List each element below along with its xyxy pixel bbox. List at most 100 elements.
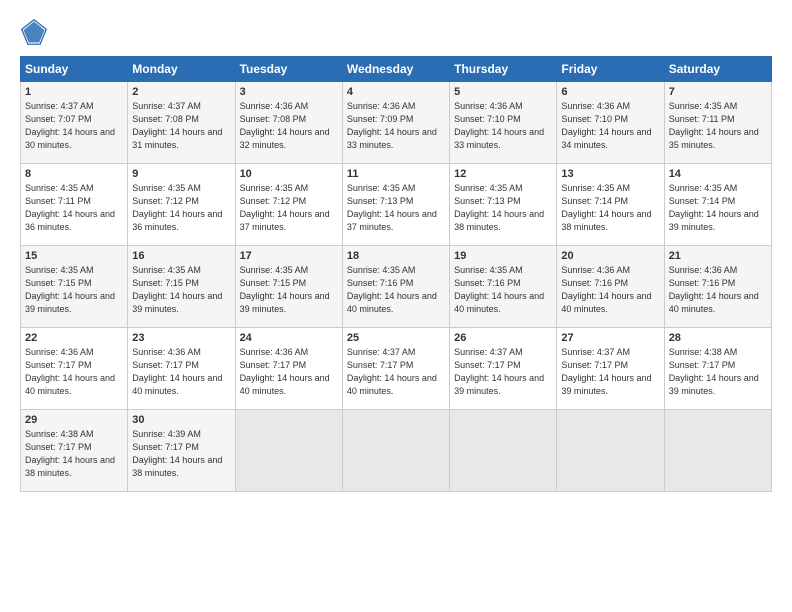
day-number: 30 xyxy=(132,414,230,426)
sunrise-label: Sunrise: 4:36 AM xyxy=(561,265,630,275)
sunset-label: Sunset: 7:13 PM xyxy=(347,196,414,206)
sunset-label: Sunset: 7:17 PM xyxy=(25,360,92,370)
day-info: Sunrise: 4:36 AM Sunset: 7:08 PM Dayligh… xyxy=(240,100,338,152)
day-info: Sunrise: 4:38 AM Sunset: 7:17 PM Dayligh… xyxy=(669,346,767,398)
sunset-label: Sunset: 7:12 PM xyxy=(240,196,307,206)
calendar-header-row: SundayMondayTuesdayWednesdayThursdayFrid… xyxy=(21,57,772,82)
day-info: Sunrise: 4:36 AM Sunset: 7:10 PM Dayligh… xyxy=(561,100,659,152)
header xyxy=(20,18,772,46)
sunset-label: Sunset: 7:10 PM xyxy=(454,114,521,124)
sunrise-label: Sunrise: 4:37 AM xyxy=(347,347,416,357)
day-info: Sunrise: 4:35 AM Sunset: 7:11 PM Dayligh… xyxy=(669,100,767,152)
daylight-label: Daylight: 14 hours and 40 minutes. xyxy=(669,291,759,314)
header-day-tuesday: Tuesday xyxy=(235,57,342,82)
daylight-label: Daylight: 14 hours and 38 minutes. xyxy=(561,209,651,232)
day-cell-27: 27 Sunrise: 4:37 AM Sunset: 7:17 PM Dayl… xyxy=(557,328,664,410)
day-cell-17: 17 Sunrise: 4:35 AM Sunset: 7:15 PM Dayl… xyxy=(235,246,342,328)
day-info: Sunrise: 4:37 AM Sunset: 7:08 PM Dayligh… xyxy=(132,100,230,152)
logo-icon xyxy=(20,18,48,46)
day-number: 9 xyxy=(132,168,230,180)
day-cell-18: 18 Sunrise: 4:35 AM Sunset: 7:16 PM Dayl… xyxy=(342,246,449,328)
day-cell-19: 19 Sunrise: 4:35 AM Sunset: 7:16 PM Dayl… xyxy=(450,246,557,328)
day-cell-21: 21 Sunrise: 4:36 AM Sunset: 7:16 PM Dayl… xyxy=(664,246,771,328)
sunset-label: Sunset: 7:17 PM xyxy=(240,360,307,370)
day-cell-2: 2 Sunrise: 4:37 AM Sunset: 7:08 PM Dayli… xyxy=(128,82,235,164)
header-day-wednesday: Wednesday xyxy=(342,57,449,82)
sunrise-label: Sunrise: 4:35 AM xyxy=(561,183,630,193)
day-info: Sunrise: 4:35 AM Sunset: 7:15 PM Dayligh… xyxy=(132,264,230,316)
day-number: 16 xyxy=(132,250,230,262)
sunset-label: Sunset: 7:15 PM xyxy=(132,278,199,288)
sunset-label: Sunset: 7:17 PM xyxy=(454,360,521,370)
header-day-monday: Monday xyxy=(128,57,235,82)
sunrise-label: Sunrise: 4:36 AM xyxy=(347,101,416,111)
daylight-label: Daylight: 14 hours and 40 minutes. xyxy=(454,291,544,314)
sunset-label: Sunset: 7:11 PM xyxy=(669,114,735,124)
calendar-table: SundayMondayTuesdayWednesdayThursdayFrid… xyxy=(20,56,772,492)
sunset-label: Sunset: 7:11 PM xyxy=(25,196,91,206)
day-number: 12 xyxy=(454,168,552,180)
sunset-label: Sunset: 7:17 PM xyxy=(132,360,199,370)
daylight-label: Daylight: 14 hours and 40 minutes. xyxy=(240,373,330,396)
daylight-label: Daylight: 14 hours and 33 minutes. xyxy=(454,127,544,150)
day-cell-22: 22 Sunrise: 4:36 AM Sunset: 7:17 PM Dayl… xyxy=(21,328,128,410)
sunset-label: Sunset: 7:16 PM xyxy=(669,278,736,288)
calendar-week-3: 15 Sunrise: 4:35 AM Sunset: 7:15 PM Dayl… xyxy=(21,246,772,328)
daylight-label: Daylight: 14 hours and 38 minutes. xyxy=(454,209,544,232)
sunset-label: Sunset: 7:16 PM xyxy=(561,278,628,288)
sunrise-label: Sunrise: 4:35 AM xyxy=(25,265,94,275)
sunset-label: Sunset: 7:17 PM xyxy=(25,442,92,452)
day-cell-5: 5 Sunrise: 4:36 AM Sunset: 7:10 PM Dayli… xyxy=(450,82,557,164)
day-info: Sunrise: 4:35 AM Sunset: 7:16 PM Dayligh… xyxy=(347,264,445,316)
sunset-label: Sunset: 7:08 PM xyxy=(240,114,307,124)
day-cell-16: 16 Sunrise: 4:35 AM Sunset: 7:15 PM Dayl… xyxy=(128,246,235,328)
sunrise-label: Sunrise: 4:35 AM xyxy=(454,265,523,275)
sunset-label: Sunset: 7:14 PM xyxy=(669,196,736,206)
day-cell-9: 9 Sunrise: 4:35 AM Sunset: 7:12 PM Dayli… xyxy=(128,164,235,246)
sunset-label: Sunset: 7:08 PM xyxy=(132,114,199,124)
sunrise-label: Sunrise: 4:36 AM xyxy=(561,101,630,111)
day-number: 8 xyxy=(25,168,123,180)
day-cell-7: 7 Sunrise: 4:35 AM Sunset: 7:11 PM Dayli… xyxy=(664,82,771,164)
day-cell-4: 4 Sunrise: 4:36 AM Sunset: 7:09 PM Dayli… xyxy=(342,82,449,164)
header-day-friday: Friday xyxy=(557,57,664,82)
sunset-label: Sunset: 7:15 PM xyxy=(25,278,92,288)
day-number: 20 xyxy=(561,250,659,262)
sunset-label: Sunset: 7:07 PM xyxy=(25,114,92,124)
day-cell-23: 23 Sunrise: 4:36 AM Sunset: 7:17 PM Dayl… xyxy=(128,328,235,410)
sunrise-label: Sunrise: 4:37 AM xyxy=(132,101,201,111)
day-info: Sunrise: 4:37 AM Sunset: 7:17 PM Dayligh… xyxy=(454,346,552,398)
day-number: 22 xyxy=(25,332,123,344)
header-day-thursday: Thursday xyxy=(450,57,557,82)
daylight-label: Daylight: 14 hours and 34 minutes. xyxy=(561,127,651,150)
day-number: 27 xyxy=(561,332,659,344)
sunset-label: Sunset: 7:09 PM xyxy=(347,114,414,124)
day-info: Sunrise: 4:39 AM Sunset: 7:17 PM Dayligh… xyxy=(132,428,230,480)
day-number: 23 xyxy=(132,332,230,344)
daylight-label: Daylight: 14 hours and 33 minutes. xyxy=(347,127,437,150)
day-number: 1 xyxy=(25,86,123,98)
daylight-label: Daylight: 14 hours and 39 minutes. xyxy=(561,373,651,396)
day-cell-24: 24 Sunrise: 4:36 AM Sunset: 7:17 PM Dayl… xyxy=(235,328,342,410)
day-info: Sunrise: 4:36 AM Sunset: 7:16 PM Dayligh… xyxy=(669,264,767,316)
day-info: Sunrise: 4:38 AM Sunset: 7:17 PM Dayligh… xyxy=(25,428,123,480)
sunset-label: Sunset: 7:16 PM xyxy=(454,278,521,288)
day-info: Sunrise: 4:35 AM Sunset: 7:14 PM Dayligh… xyxy=(561,182,659,234)
daylight-label: Daylight: 14 hours and 30 minutes. xyxy=(25,127,115,150)
sunrise-label: Sunrise: 4:35 AM xyxy=(240,183,309,193)
daylight-label: Daylight: 14 hours and 39 minutes. xyxy=(669,209,759,232)
day-number: 17 xyxy=(240,250,338,262)
day-info: Sunrise: 4:37 AM Sunset: 7:07 PM Dayligh… xyxy=(25,100,123,152)
calendar-week-5: 29 Sunrise: 4:38 AM Sunset: 7:17 PM Dayl… xyxy=(21,410,772,492)
day-info: Sunrise: 4:35 AM Sunset: 7:12 PM Dayligh… xyxy=(132,182,230,234)
sunrise-label: Sunrise: 4:37 AM xyxy=(561,347,630,357)
day-number: 21 xyxy=(669,250,767,262)
day-cell-30: 30 Sunrise: 4:39 AM Sunset: 7:17 PM Dayl… xyxy=(128,410,235,492)
day-info: Sunrise: 4:35 AM Sunset: 7:15 PM Dayligh… xyxy=(240,264,338,316)
daylight-label: Daylight: 14 hours and 40 minutes. xyxy=(347,291,437,314)
day-number: 7 xyxy=(669,86,767,98)
day-info: Sunrise: 4:37 AM Sunset: 7:17 PM Dayligh… xyxy=(561,346,659,398)
daylight-label: Daylight: 14 hours and 39 minutes. xyxy=(454,373,544,396)
day-cell-28: 28 Sunrise: 4:38 AM Sunset: 7:17 PM Dayl… xyxy=(664,328,771,410)
day-number: 10 xyxy=(240,168,338,180)
